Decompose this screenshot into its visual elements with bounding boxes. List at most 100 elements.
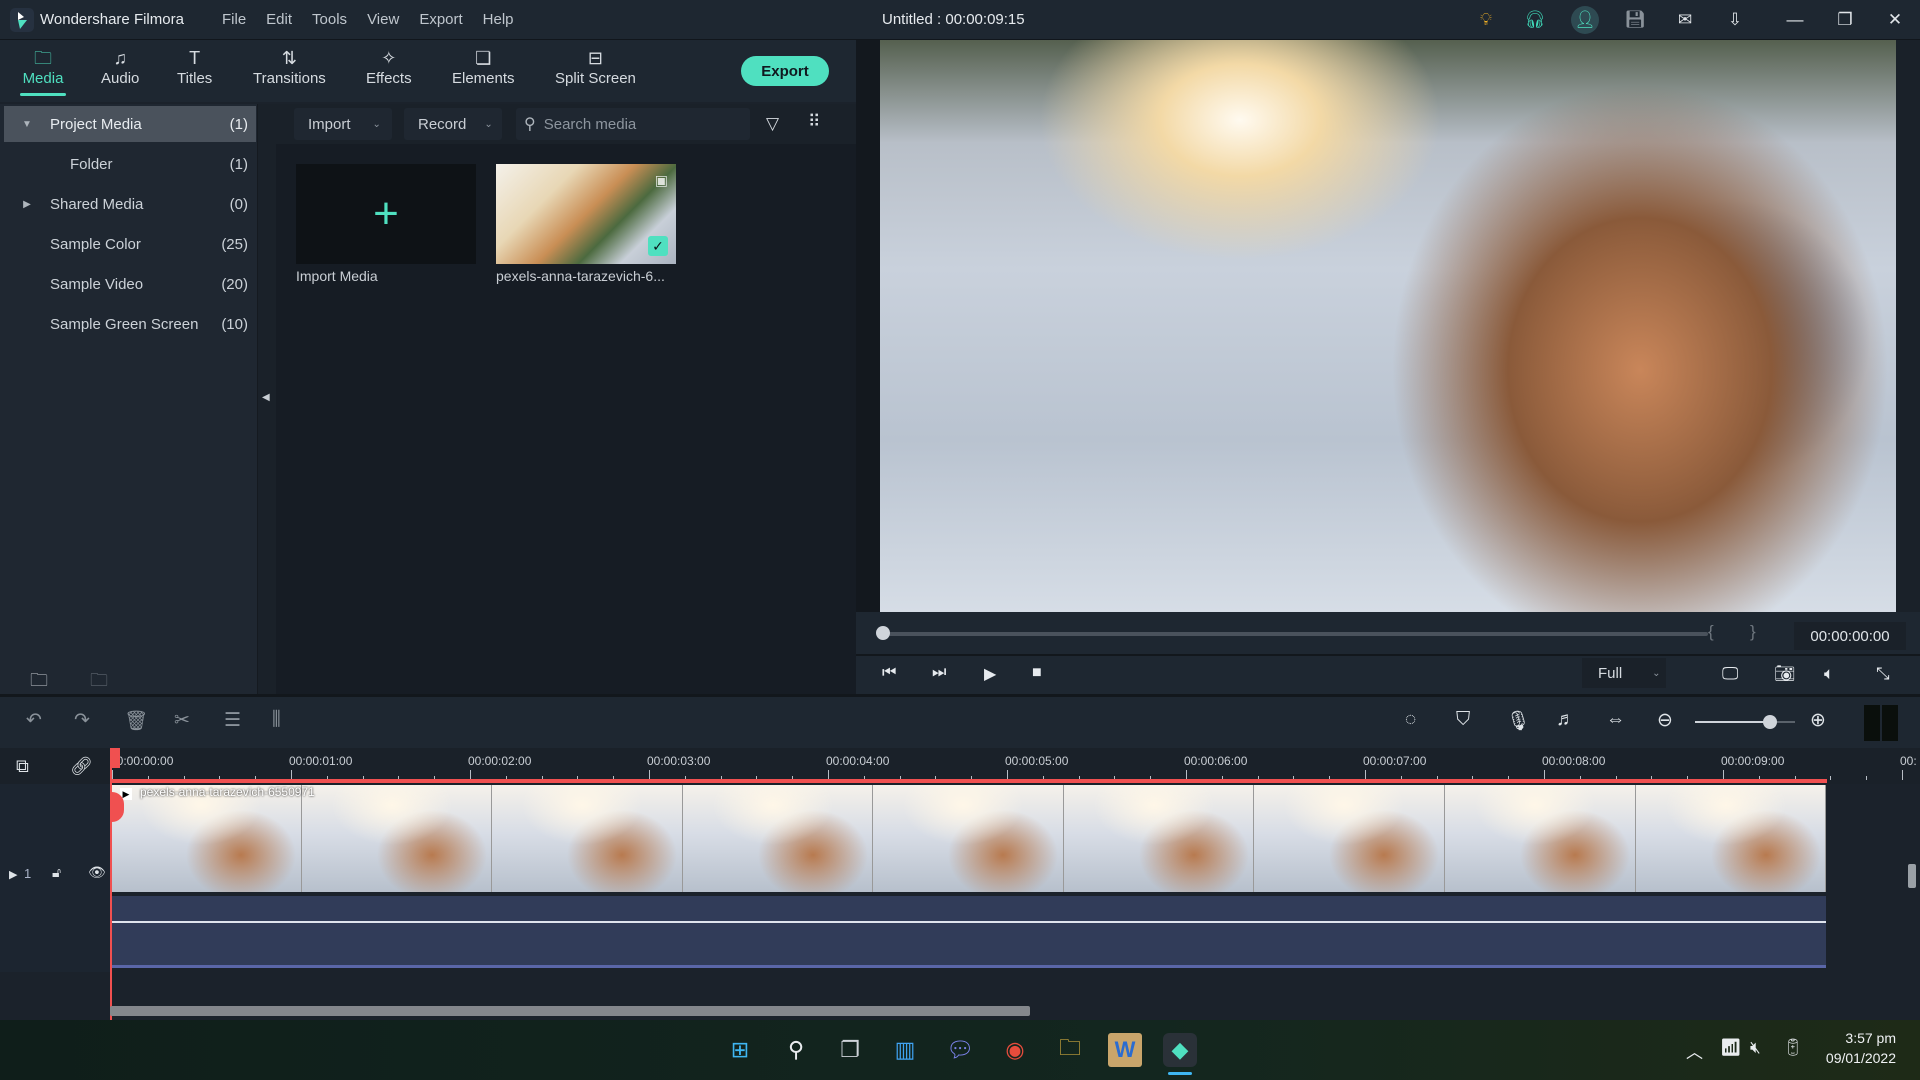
play-icon[interactable]: ▶	[984, 664, 996, 684]
menu-help[interactable]: Help	[483, 11, 514, 28]
windows-start-icon[interactable]: ⊞	[723, 1033, 757, 1067]
render-preview-icon[interactable]: ◌	[1405, 709, 1416, 731]
mark-out-icon[interactable]: }	[1750, 622, 1756, 642]
audio-waveform-icon[interactable]: ⫼	[272, 709, 281, 731]
audio-volume-line[interactable]	[111, 921, 1826, 923]
media-thumbnail-video[interactable]: ▣ ✓	[496, 164, 676, 264]
menu-tools[interactable]: Tools	[312, 11, 347, 28]
undo-icon[interactable]: ↶	[26, 709, 42, 732]
zoom-in-icon[interactable]: ⊕	[1810, 709, 1826, 732]
audio-mixer-icon[interactable]: ♬	[1556, 709, 1575, 731]
preview-quality-dropdown[interactable]: Full ⌄	[1582, 658, 1666, 688]
chevron-down-icon: ⌄	[1652, 667, 1661, 679]
search-media-input[interactable]: ⚲ Search media	[516, 108, 750, 140]
timeline-vertical-scrollbar[interactable]	[1908, 864, 1916, 888]
library-item-sample-green-screen[interactable]: Sample Green Screen (10)	[4, 306, 256, 342]
tab-titles[interactable]: T Titles	[177, 46, 212, 87]
system-clock[interactable]: 3:57 pm 09/01/2022	[1826, 1028, 1896, 1068]
record-dropdown[interactable]: Record ⌄	[404, 108, 502, 140]
lightbulb-icon[interactable]: 💡︎	[1472, 6, 1500, 34]
chrome-icon[interactable]: ◉	[998, 1033, 1032, 1067]
effects-star-icon: ✧	[381, 48, 397, 68]
voiceover-mic-icon[interactable]: 🎙︎	[1506, 709, 1530, 733]
close-button[interactable]: ✕	[1881, 6, 1909, 34]
collapse-arrow-icon[interactable]: ▶	[4, 199, 50, 210]
video-clip[interactable]	[111, 785, 1826, 892]
mail-icon[interactable]: ✉	[1671, 6, 1699, 34]
zoom-slider-handle[interactable]	[1763, 715, 1777, 729]
minimize-button[interactable]: —	[1781, 6, 1809, 34]
menu-view[interactable]: View	[367, 11, 399, 28]
panel-divider[interactable]	[856, 40, 880, 694]
split-screen-icon: ⊟	[587, 48, 603, 68]
fullscreen-icon[interactable]: ⤡	[1876, 664, 1890, 684]
battery-charging-icon[interactable]: 🔋︎	[1782, 1038, 1804, 1058]
widgets-icon[interactable]: ▥	[888, 1033, 922, 1067]
teams-chat-icon[interactable]: 💬︎	[943, 1033, 977, 1067]
search-icon: ⚲	[524, 116, 536, 133]
filter-icon[interactable]: ▽	[766, 114, 779, 134]
display-settings-icon[interactable]: 🖵︎	[1722, 664, 1738, 684]
menu-file[interactable]: File	[222, 11, 246, 28]
tab-effects[interactable]: ✧ Effects	[366, 46, 412, 87]
stop-icon[interactable]: ■	[1032, 664, 1042, 682]
link-icon[interactable]: 🔗︎	[70, 756, 93, 777]
video-type-icon: ▣	[654, 172, 668, 188]
library-item-sample-video[interactable]: Sample Video (20)	[4, 266, 256, 302]
previous-frame-icon[interactable]: ⏮︎	[882, 664, 896, 682]
eye-icon[interactable]: 👁︎	[88, 864, 106, 881]
volume-icon[interactable]: 🔈︎	[1824, 664, 1834, 684]
account-icon[interactable]: 👤︎	[1571, 6, 1599, 34]
import-media-tile[interactable]: +	[296, 164, 476, 264]
panel-collapse-bar[interactable]: ◀	[258, 104, 276, 694]
word-icon[interactable]: W	[1108, 1033, 1142, 1067]
next-frame-icon[interactable]: ⏭︎	[932, 664, 946, 682]
adjust-icon[interactable]: ☰	[224, 709, 241, 732]
tab-elements[interactable]: ❏ Elements	[452, 46, 515, 87]
delete-icon[interactable]: 🗑︎	[124, 709, 148, 733]
file-explorer-icon[interactable]: 🗀	[1053, 1033, 1087, 1067]
timeline-horizontal-scrollbar[interactable]	[110, 1006, 1030, 1016]
filmora-taskbar-icon[interactable]: ◆	[1163, 1033, 1197, 1067]
cut-icon[interactable]: ✂	[174, 709, 190, 732]
collapse-left-icon[interactable]: ◀	[262, 392, 270, 403]
playhead[interactable]	[110, 748, 112, 1020]
taskbar-search-icon[interactable]: ⚲	[779, 1033, 813, 1067]
grid-view-icon[interactable]: ⠿	[808, 112, 821, 132]
export-button[interactable]: Export	[741, 56, 829, 86]
tab-split-screen[interactable]: ⊟ Split Screen	[555, 46, 636, 87]
menu-edit[interactable]: Edit	[266, 11, 292, 28]
wifi-icon[interactable]: 📶︎	[1720, 1038, 1742, 1058]
task-view-icon[interactable]: ❐	[833, 1033, 867, 1067]
tab-transitions[interactable]: ⇅ Transitions	[253, 46, 326, 87]
clip-frame-thumbnail	[1063, 785, 1255, 892]
lock-icon[interactable]: 🔓︎	[52, 864, 61, 881]
library-item-project-media[interactable]: ▼ Project Media (1)	[4, 106, 256, 142]
show-hidden-icons[interactable]: ︿	[1686, 1038, 1703, 1063]
progress-track[interactable]	[884, 632, 1708, 636]
tab-audio[interactable]: ♫ Audio	[101, 46, 139, 87]
headset-icon[interactable]: 🎧︎	[1521, 6, 1549, 34]
snapshot-icon[interactable]: 📷︎	[1774, 664, 1796, 684]
save-icon[interactable]: 💾︎	[1621, 6, 1649, 34]
marker-icon[interactable]: ⛉	[1456, 709, 1470, 731]
tab-media[interactable]: 🗀 Media	[20, 46, 66, 96]
layout-toggle[interactable]	[1864, 705, 1898, 741]
menu-export[interactable]: Export	[419, 11, 462, 28]
audio-clip[interactable]	[111, 896, 1826, 968]
mark-in-icon[interactable]: {	[1708, 622, 1714, 642]
library-item-sample-color[interactable]: Sample Color (25)	[4, 226, 256, 262]
volume-muted-icon[interactable]: 🔇︎	[1750, 1038, 1761, 1058]
expand-arrow-icon[interactable]: ▼	[4, 119, 50, 130]
progress-handle[interactable]	[876, 626, 890, 640]
playhead-handle[interactable]	[110, 748, 120, 768]
import-dropdown[interactable]: Import ⌄	[294, 108, 392, 140]
add-track-icon[interactable]: ⧉	[16, 756, 29, 777]
fit-timeline-icon[interactable]: ⇔	[1606, 709, 1625, 731]
library-item-shared-media[interactable]: ▶ Shared Media (0)	[4, 186, 256, 222]
redo-icon[interactable]: ↷	[74, 709, 90, 732]
library-item-folder[interactable]: Folder (1)	[4, 146, 256, 182]
zoom-out-icon[interactable]: ⊖	[1657, 709, 1673, 732]
download-icon[interactable]: ⇩	[1721, 6, 1749, 34]
restore-button[interactable]: ❐	[1831, 6, 1859, 34]
